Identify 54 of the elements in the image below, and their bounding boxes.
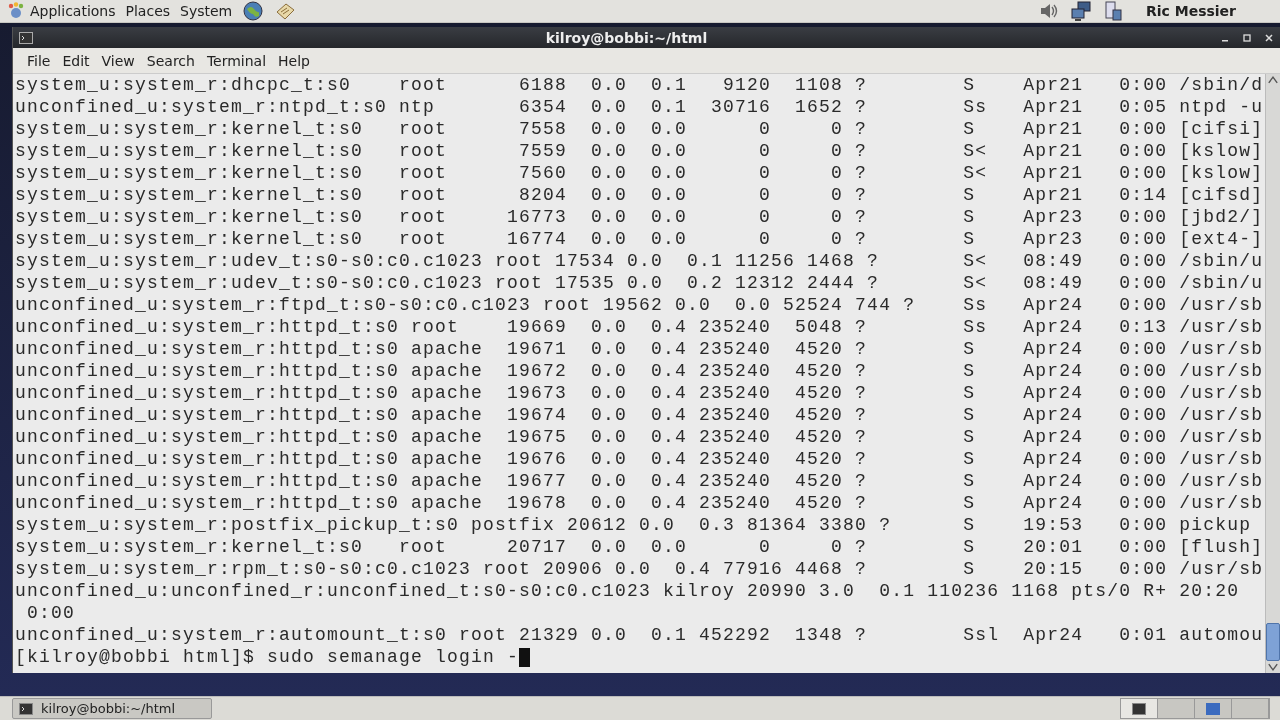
terminal-line: unconfined_u:system_r:automount_t:s0 root 21329 0.0 0.1 452292 1348 ? Ssl Apr24 0:01 automou [15, 624, 1265, 646]
scroll-down-icon[interactable] [1266, 661, 1280, 673]
menu-item[interactable]: Edit [56, 52, 96, 69]
task-label: kilroy@bobbi:~/html [41, 701, 176, 716]
terminal-line: unconfined_u:system_r:httpd_t:s0 apache 19678 0.0 0.4 235240 4520 ? S Apr24 0:00 /usr/sb [15, 492, 1265, 514]
close-icon[interactable] [1264, 32, 1274, 43]
text-cursor [519, 647, 531, 667]
menu-item[interactable]: Terminal [200, 52, 273, 69]
window-title: kilroy@bobbi:~/html [544, 29, 709, 46]
terminal-line: unconfined_u:system_r:httpd_t:s0 apache 19672 0.0 0.4 235240 4520 ? S Apr24 0:00 /usr/sb [15, 360, 1265, 382]
terminal-line: unconfined_u:system_r:ntpd_t:s0 ntp 6354 0.0 0.1 30716 1652 ? Ss Apr21 0:05 ntpd -u [15, 96, 1265, 118]
terminal-line: system_u:system_r:udev_t:s0-s0:c0.c1023 root 17534 0.0 0.1 11256 1468 ? S< 08:49 0:00 /sbin/u [15, 250, 1265, 272]
terminal-line: system_u:system_r:kernel_t:s0 root 16773 0.0 0.0 0 0 ? S Apr23 0:00 [jbd2/] [15, 206, 1265, 228]
terminal-line: 0:00 [26, 602, 76, 624]
terminal-line: unconfined_u:system_r:httpd_t:s0 apache 19673 0.0 0.4 235240 4520 ? S Apr24 0:00 /usr/sb [15, 382, 1265, 404]
terminal-icon [1132, 702, 1146, 715]
scroll-thumb[interactable] [1266, 623, 1280, 661]
menu-item[interactable]: View [95, 52, 141, 69]
user-name[interactable]: Ric Messier [1145, 3, 1236, 19]
foot-icon [6, 1, 26, 21]
terminal-line: unconfined_u:system_r:httpd_t:s0 root 19669 0.0 0.4 235240 5048 ? Ss Apr24 0:13 /usr/sb [15, 316, 1265, 338]
panel-menu[interactable]: Places [125, 3, 171, 19]
terminal-line: system_u:system_r:kernel_t:s0 root 7559 0.0 0.0 0 0 ? S< Apr21 0:00 [kslow] [15, 140, 1265, 162]
panel-menu[interactable]: Applications [30, 3, 116, 19]
terminal-line: system_u:system_r:kernel_t:s0 root 7560 0.0 0.0 0 0 ? S< Apr21 0:00 [kslow] [15, 162, 1265, 184]
terminal-line: system_u:system_r:rpm_t:s0-s0:c0.c1023 root 20906 0.0 0.4 77916 4468 ? S 20:15 0:00 /usr/sb [15, 558, 1265, 580]
terminal-line: unconfined_u:system_r:httpd_t:s0 apache 19677 0.0 0.4 235240 4520 ? S Apr24 0:00 /usr/sb [15, 470, 1265, 492]
terminal-line: system_u:system_r:kernel_t:s0 root 8204 0.0 0.0 0 0 ? S Apr21 0:14 [cifsd] [15, 184, 1265, 206]
terminal-icon [19, 31, 33, 44]
terminal-line: unconfined_u:unconfined_r:unconfined_t:s0-s0:c0.c1023 kilroy 20990 3.0 0.1 110236 1168 pts/0 R+ 20:20 [15, 580, 1241, 602]
scrollbar[interactable] [1265, 74, 1280, 673]
menu-item[interactable]: Help [272, 52, 316, 69]
terminal-line: system_u:system_r:kernel_t:s0 root 7558 0.0 0.0 0 0 ? S Apr21 0:00 [cifsi] [15, 118, 1265, 140]
terminal-line: system_u:system_r:kernel_t:s0 root 20717 0.0 0.0 0 0 ? S 20:01 0:00 [flush] [15, 536, 1265, 558]
command-line[interactable]: [kilroy@bobbi html]$ sudo semanage login - [15, 646, 520, 668]
panel-menu[interactable]: System [180, 3, 233, 19]
scroll-up-icon[interactable] [1266, 74, 1280, 86]
terminal-line: system_u:system_r:udev_t:s0-s0:c0.c1023 root 17535 0.0 0.2 12312 2444 ? S< 08:49 0:00 /sbin/u [15, 272, 1265, 294]
terminal-line: unconfined_u:system_r:httpd_t:s0 apache 19675 0.0 0.4 235240 4520 ? S Apr24 0:00 /usr/sb [15, 426, 1265, 448]
network-icon[interactable] [1069, 0, 1092, 22]
terminal-line: system_u:system_r:postfix_pickup_t:s0 postfix 20612 0.0 0.3 81364 3380 ? S 19:53 0:00 pickup [15, 514, 1253, 536]
terminal-line: unconfined_u:system_r:ftpd_t:s0-s0:c0.c1023 root 19562 0.0 0.0 52524 744 ? Ss Apr24 0:00 /usr/sb [15, 294, 1265, 316]
terminal-icon [19, 702, 33, 715]
terminal-line: unconfined_u:system_r:httpd_t:s0 apache 19674 0.0 0.4 235240 4520 ? S Apr24 0:00 /usr/sb [15, 404, 1265, 426]
terminal-line: system_u:system_r:kernel_t:s0 root 16774 0.0 0.0 0 0 ? S Apr23 0:00 [ext4-] [15, 228, 1265, 250]
taskbar-button[interactable]: kilroy@bobbi:~/html [12, 698, 212, 719]
globe-icon[interactable] [242, 0, 265, 22]
workspace-switcher[interactable] [1120, 698, 1270, 719]
terminal-line: unconfined_u:system_r:httpd_t:s0 apache 19671 0.0 0.4 235240 4520 ? S Apr24 0:00 /usr/sb [15, 338, 1265, 360]
terminal-line: system_u:system_r:dhcpc_t:s0 root 6188 0.0 0.1 9120 1108 ? S Apr21 0:00 /sbin/d [15, 74, 1265, 96]
menu-item[interactable]: File [21, 52, 57, 69]
menu-item[interactable]: Search [140, 52, 201, 69]
terminal-line: unconfined_u:system_r:httpd_t:s0 apache 19676 0.0 0.4 235240 4520 ? S Apr24 0:00 /usr/sb [15, 448, 1265, 470]
maximize-icon[interactable] [1242, 32, 1252, 43]
